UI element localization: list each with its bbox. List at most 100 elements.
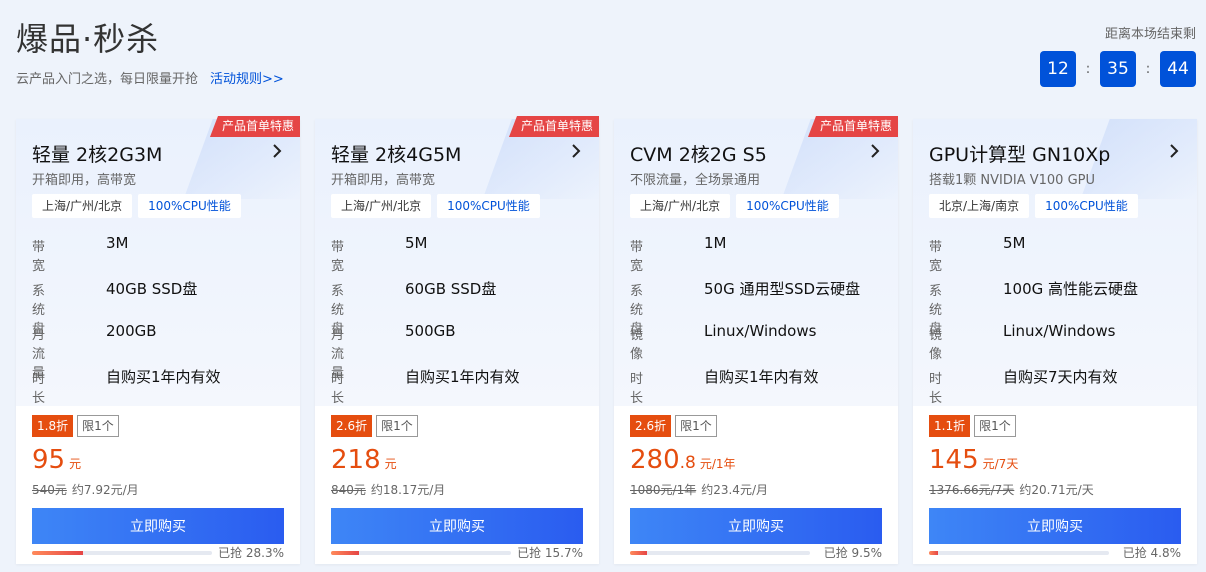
monthly-price: 约7.92元/月 <box>71 483 139 497</box>
product-card[interactable]: 产品首单特惠 轻量 2核2G3M 开箱即用，高带宽 上海/广州/北京 100%C… <box>16 116 300 564</box>
progress-track <box>929 551 1109 555</box>
price-decimal: .8 <box>679 453 696 473</box>
original-price: 540元 <box>32 483 67 497</box>
product-description: 开箱即用，高带宽 <box>32 173 137 188</box>
spec-value: Linux/Windows <box>704 322 817 340</box>
spec-key: 时长 <box>32 372 46 406</box>
buy-now-button[interactable]: 立即购买 <box>630 508 882 544</box>
chevron-right-icon[interactable] <box>272 143 282 159</box>
price-integer: 145 <box>929 445 979 475</box>
original-price-row: 1080元/1年 约23.4元/月 <box>630 481 882 499</box>
progress-track <box>331 551 511 555</box>
price-unit: 元/1年 <box>699 457 736 471</box>
spec-value: 100G 高性能云硬盘 <box>1003 280 1139 298</box>
countdown-seconds: 44 <box>1160 51 1196 87</box>
region-tag: 上海/广州/北京 <box>630 194 731 218</box>
spec-key: 带宽 <box>929 240 943 274</box>
spec-key: 带宽 <box>32 240 46 274</box>
original-price-row: 540元 约7.92元/月 <box>32 481 284 499</box>
product-card-list: 产品首单特惠 轻量 2核2G3M 开箱即用，高带宽 上海/广州/北京 100%C… <box>16 116 1197 564</box>
first-order-ribbon: 产品首单特惠 <box>807 116 898 137</box>
discount-badge: 1.8折 <box>32 415 74 437</box>
badges: 1.1折 限1个 <box>929 415 1181 437</box>
progress-label: 已抢 28.3% <box>218 546 284 560</box>
sales-progress: 已抢 15.7% <box>331 546 583 563</box>
price-area: 1.1折 限1个 145 元/7天 1376.66元/7天 约20.71元/天 <box>929 415 1181 499</box>
spec-key: 时长 <box>929 372 943 406</box>
price-integer: 95 <box>32 445 66 475</box>
buy-now-button[interactable]: 立即购买 <box>929 508 1181 544</box>
region-tag: 上海/广州/北京 <box>331 194 432 218</box>
first-order-ribbon: 产品首单特惠 <box>209 116 300 137</box>
spec-key: 镜像 <box>630 328 644 362</box>
product-card[interactable]: 产品首单特惠 轻量 2核4G5M 开箱即用，高带宽 上海/广州/北京 100%C… <box>315 116 599 564</box>
price: 145 元/7天 <box>929 445 1181 479</box>
discount-badge: 2.6折 <box>630 415 672 437</box>
chevron-right-icon[interactable] <box>870 143 880 159</box>
sales-progress: 已抢 9.5% <box>630 546 882 563</box>
product-card[interactable]: 产品首单特惠 CVM 2核2G S5 不限流量，全场景通用 上海/广州/北京 1… <box>614 116 898 564</box>
spec-value: 500GB <box>405 322 456 340</box>
monthly-price: 约20.71元/天 <box>1019 483 1094 497</box>
countdown-timer: 12 : 35 : 44 <box>1040 51 1196 87</box>
activity-rules-link[interactable]: 活动规则>> <box>210 72 284 87</box>
page-title: 爆品·秒杀 <box>16 20 160 58</box>
region-tag: 北京/上海/南京 <box>929 194 1030 218</box>
spec-value: 自购买1年内有效 <box>106 368 221 386</box>
price-unit: 元 <box>69 457 82 471</box>
price-unit: 元 <box>384 457 397 471</box>
product-name[interactable]: CVM 2核2G S5 <box>630 140 767 167</box>
price: 280.8 元/1年 <box>630 445 882 479</box>
spec-key: 带宽 <box>630 240 644 274</box>
product-name[interactable]: 轻量 2核2G3M <box>32 140 162 167</box>
first-order-ribbon: 产品首单特惠 <box>508 116 599 137</box>
product-description: 不限流量，全场景通用 <box>630 173 761 188</box>
original-price-row: 1376.66元/7天 约20.71元/天 <box>929 481 1181 499</box>
progress-label: 已抢 15.7% <box>517 546 583 560</box>
progress-track <box>630 551 810 555</box>
cpu-tag: 100%CPU性能 <box>736 194 839 218</box>
limit-badge: 限1个 <box>675 415 717 437</box>
progress-label: 已抢 9.5% <box>823 546 882 560</box>
badges: 2.6折 限1个 <box>331 415 583 437</box>
monthly-price: 约18.17元/月 <box>370 483 446 497</box>
sales-progress: 已抢 28.3% <box>32 546 284 563</box>
monthly-price: 约23.4元/月 <box>701 483 768 497</box>
chevron-right-icon[interactable] <box>1169 143 1179 159</box>
badges: 1.8折 限1个 <box>32 415 284 437</box>
price-area: 1.8折 限1个 95 元 540元 约7.92元/月 <box>32 415 284 499</box>
chevron-right-icon[interactable] <box>571 143 581 159</box>
price-unit: 元/7天 <box>982 457 1019 471</box>
product-name[interactable]: GPU计算型 GN10Xp <box>929 140 1110 167</box>
page-header: 爆品·秒杀 云产品入门之选，每日限量开抢 活动规则>> 距离本场结束剩 12 : … <box>0 0 1206 118</box>
buy-now-button[interactable]: 立即购买 <box>331 508 583 544</box>
original-price: 1080元/1年 <box>630 483 697 497</box>
price-area: 2.6折 限1个 218 元 840元 约18.17元/月 <box>331 415 583 499</box>
product-tags: 上海/广州/北京 100%CPU性能 <box>630 194 839 218</box>
product-tags: 北京/上海/南京 100%CPU性能 <box>929 194 1138 218</box>
limit-badge: 限1个 <box>376 415 418 437</box>
spec-value: 3M <box>106 234 129 252</box>
product-tags: 上海/广州/北京 100%CPU性能 <box>32 194 241 218</box>
progress-label: 已抢 4.8% <box>1122 546 1181 560</box>
countdown-separator: : <box>1085 61 1091 77</box>
price: 95 元 <box>32 445 284 479</box>
product-tags: 上海/广州/北京 100%CPU性能 <box>331 194 540 218</box>
original-price-row: 840元 约18.17元/月 <box>331 481 583 499</box>
spec-key: 时长 <box>630 372 644 406</box>
product-card[interactable]: GPU计算型 GN10Xp 搭载1颗 NVIDIA V100 GPU 北京/上海… <box>913 119 1197 564</box>
progress-fill <box>32 551 83 555</box>
spec-value: 200GB <box>106 322 157 340</box>
spec-key: 镜像 <box>929 328 943 362</box>
product-description: 搭载1颗 NVIDIA V100 GPU <box>929 173 1095 188</box>
countdown-hours: 12 <box>1040 51 1076 87</box>
buy-now-button[interactable]: 立即购买 <box>32 508 284 544</box>
discount-badge: 1.1折 <box>929 415 971 437</box>
spec-value: 60GB SSD盘 <box>405 280 497 298</box>
spec-value: 自购买1年内有效 <box>704 368 819 386</box>
spec-value: 5M <box>405 234 428 252</box>
price-area: 2.6折 限1个 280.8 元/1年 1080元/1年 约23.4元/月 <box>630 415 882 499</box>
original-price: 1376.66元/7天 <box>929 483 1015 497</box>
spec-key: 时长 <box>331 372 345 406</box>
product-name[interactable]: 轻量 2核4G5M <box>331 140 461 167</box>
